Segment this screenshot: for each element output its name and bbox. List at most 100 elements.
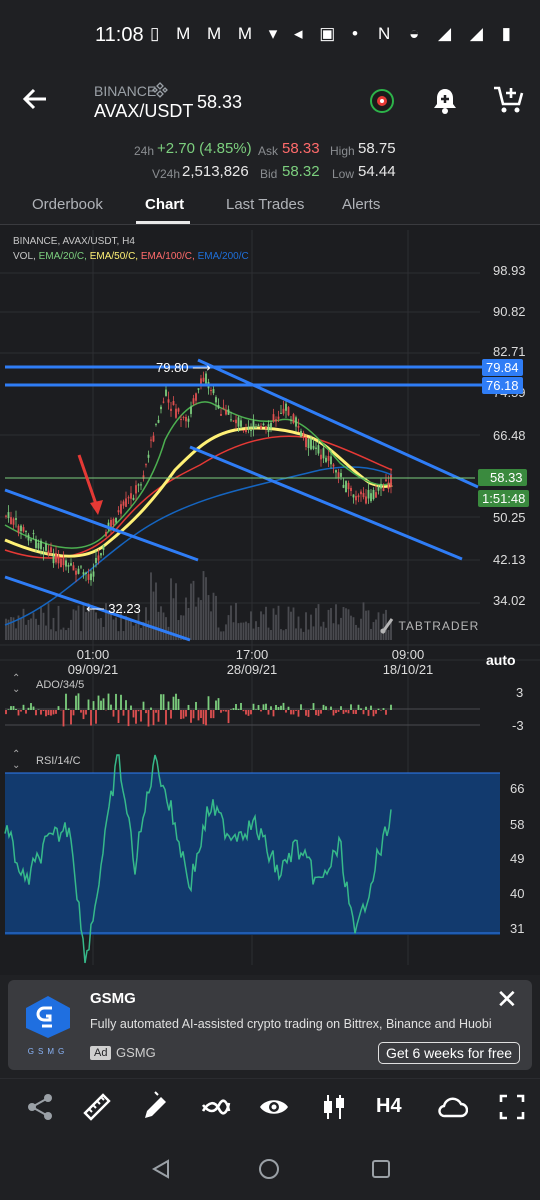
candle-body — [350, 487, 352, 492]
nav-recents-icon[interactable] — [370, 1158, 392, 1185]
volume-bar — [82, 604, 85, 640]
nav-home-icon[interactable] — [258, 1158, 280, 1185]
ado-bar — [55, 710, 57, 714]
volume-bar — [110, 614, 112, 640]
candle-body — [312, 445, 315, 449]
candle-body — [15, 518, 17, 520]
alert-bell-icon[interactable] — [430, 86, 460, 116]
volume-bar — [367, 610, 370, 640]
tab-alerts[interactable]: Alerts — [342, 196, 380, 213]
nav-back-icon[interactable] — [150, 1158, 172, 1185]
ado-bar — [385, 710, 387, 715]
volume-bar — [62, 627, 65, 640]
candle-body — [197, 388, 200, 390]
tab-chart[interactable]: Chart — [145, 196, 184, 213]
tab-orderbook[interactable]: Orderbook — [32, 196, 103, 213]
candle-body — [347, 482, 350, 490]
fullscreen-icon[interactable] — [496, 1091, 528, 1123]
ado-bar — [35, 710, 37, 716]
candle-body — [345, 481, 347, 493]
volume-bar — [50, 629, 52, 640]
pair-name[interactable]: AVAX/USDT — [94, 101, 193, 122]
collapse-ado-icon[interactable]: ⌃ ⌄ — [12, 673, 20, 695]
candle-body — [230, 419, 232, 421]
rsi-tick: 40 — [510, 886, 525, 901]
volume-bar — [132, 625, 135, 640]
candle-body — [275, 419, 277, 422]
candle-body — [287, 407, 290, 416]
collapse-rsi-icon[interactable]: ⌃ ⌄ — [12, 749, 20, 771]
chart-area[interactable]: BINANCE, AVAX/USDT, H4 VOL, EMA/20/C, EM… — [0, 225, 540, 975]
volume-bar — [52, 617, 55, 640]
candle-body — [157, 419, 160, 423]
volume-bar — [242, 622, 245, 640]
candle-body — [255, 426, 257, 428]
volume-bar — [60, 629, 62, 640]
ad-logo-text: GSMG — [27, 1047, 69, 1056]
candle-body — [110, 519, 112, 528]
timeframe-button[interactable]: H4 — [376, 1095, 402, 1118]
close-icon[interactable]: ✕ — [496, 984, 518, 1015]
ado-bar — [380, 710, 382, 711]
ado-bar — [282, 702, 285, 710]
y-tick: 82.71 — [493, 344, 526, 359]
ruler-icon[interactable] — [81, 1091, 113, 1123]
tab-last-trades[interactable]: Last Trades — [226, 196, 304, 213]
volume-bar — [217, 627, 220, 640]
volume-label: V24h — [152, 167, 181, 181]
volume-bar — [170, 578, 172, 640]
volume-bar — [307, 629, 310, 640]
ado-bar — [215, 700, 217, 710]
candle-body — [182, 416, 185, 418]
volume-bar — [332, 623, 335, 640]
ado-bar — [172, 696, 175, 710]
auto-scale-toggle[interactable]: auto — [486, 652, 516, 668]
candle-body — [352, 494, 355, 498]
candle-body — [60, 558, 62, 568]
volume-bar — [265, 606, 267, 640]
candle-body — [247, 426, 250, 429]
add-to-portfolio-icon[interactable] — [492, 84, 524, 116]
candle-body — [77, 568, 80, 574]
candles-icon[interactable] — [318, 1091, 350, 1123]
candle-body — [367, 489, 370, 499]
cloud-icon[interactable] — [436, 1091, 469, 1123]
ado-bar — [357, 704, 360, 710]
back-arrow-icon[interactable] — [22, 84, 48, 118]
volume-bar — [157, 611, 160, 640]
candle-body — [172, 401, 175, 406]
ad-banner[interactable]: GSMG GSMG Fully automated AI-assisted cr… — [8, 980, 532, 1070]
ado-bar — [120, 694, 122, 710]
candle-body — [20, 525, 22, 532]
volume-bar — [207, 595, 210, 640]
volume-bar — [247, 623, 250, 640]
ado-bar — [217, 698, 220, 710]
ad-cta-button[interactable]: Get 6 weeks for free — [378, 1042, 521, 1064]
volume-bar — [45, 625, 47, 640]
ado-bar — [147, 710, 150, 727]
y-tick: 66.48 — [493, 428, 526, 443]
candle-body — [87, 574, 90, 580]
ado-bar — [110, 704, 112, 710]
exchange-badge-icon[interactable] — [370, 89, 394, 113]
candle-body — [65, 560, 67, 567]
status-bar: 11:08 ▯ M M M ▾ ◂ ▣ • N ◒ ◢ ◢ ▮ — [0, 0, 540, 70]
volume-bar — [337, 624, 340, 640]
share-icon[interactable] — [24, 1091, 56, 1123]
candle-body — [227, 409, 230, 415]
candle-body — [267, 424, 270, 432]
candle-body — [5, 515, 7, 517]
volume-bar — [30, 618, 32, 640]
system-navigation-bar — [0, 1140, 540, 1200]
price-chart-svg[interactable] — [0, 225, 540, 975]
volume-bar — [20, 618, 22, 640]
volume-bar — [237, 623, 240, 640]
indicators-icon[interactable] — [200, 1091, 232, 1123]
eye-icon[interactable] — [258, 1091, 290, 1123]
pencil-icon[interactable] — [140, 1091, 172, 1123]
chart-toolbar: H4 — [0, 1078, 540, 1134]
ado-bar — [87, 699, 90, 710]
candle-body — [115, 517, 117, 523]
ado-bar — [145, 710, 147, 714]
ado-bar — [162, 694, 165, 710]
